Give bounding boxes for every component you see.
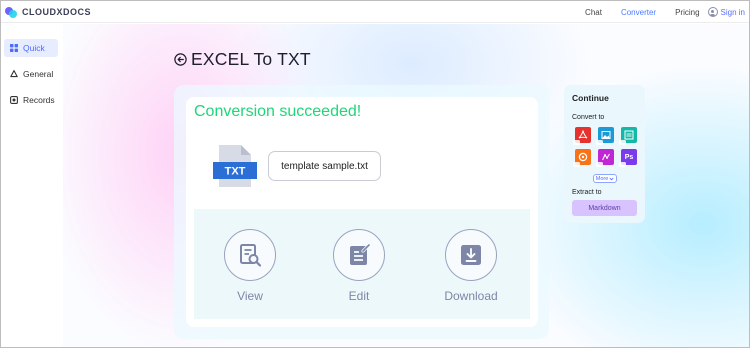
convert-to-office-button[interactable] [573,149,591,167]
vector-icon [602,153,610,161]
page-title: EXCEL To TXT [191,49,311,69]
grid-icon [10,44,18,52]
continue-title: Continue [572,93,609,103]
convert-to-html-button[interactable] [619,127,637,145]
edit-label: Edit [348,289,370,303]
convert-to-image-button[interactable] [596,127,614,145]
sidebar-item-label: Records [23,95,55,105]
record-icon [10,96,18,104]
download-icon [461,245,481,265]
sign-in-label: Sign in [720,7,745,17]
cloudxdocs-logo-icon [5,6,17,18]
sidebar: Quick General Records [1,24,63,347]
markdown-button[interactable]: Markdown [572,200,637,216]
more-formats-button[interactable]: More [593,174,617,183]
page-title-row: EXCEL To TXT [174,49,311,70]
sidebar-item-label: General [23,69,54,79]
download-button[interactable]: Download [442,229,500,303]
view-button[interactable]: View [220,229,280,303]
markdown-label: Markdown [588,204,621,212]
image-icon [601,131,611,139]
convert-to-pdf-button[interactable] [573,127,591,145]
sidebar-item-records[interactable]: Records [4,91,58,109]
brand-name: CLOUDXDOCS [22,6,92,17]
nav-converter[interactable]: Converter [621,8,656,17]
filename-box: template sample.txt [268,151,381,181]
back-arrow-icon[interactable] [174,53,187,66]
view-label: View [237,289,263,303]
download-label: Download [444,289,498,303]
action-panel: View Edit Download [194,209,530,319]
recycle-icon [10,70,18,78]
extract-to-label: Extract to [572,189,602,196]
convert-to-vector-button[interactable] [596,149,614,167]
nav-chat[interactable]: Chat [585,8,602,17]
sidebar-item-general[interactable]: General [4,65,58,83]
sign-in-button[interactable]: Sign in [707,7,745,17]
photoshop-icon: Ps [624,153,634,161]
txt-file-icon: TXT [213,143,257,194]
edit-document-icon [350,243,371,265]
top-nav: Chat Converter Pricing Sign in [585,1,749,23]
office-icon [578,152,588,162]
top-header: CLOUDXDOCS Chat Converter Pricing Sign i… [1,1,749,23]
view-document-icon [240,244,262,267]
more-label: More [595,175,609,182]
edit-button[interactable]: Edit [329,229,389,303]
html-icon [624,130,634,140]
sidebar-item-quick[interactable]: Quick [4,39,58,57]
user-icon [707,7,718,17]
filename: template sample.txt [281,160,368,172]
pdf-icon [578,130,588,139]
nav-pricing[interactable]: Pricing [675,8,699,17]
chevron-down-icon [609,177,614,180]
brand-logo[interactable]: CLOUDXDOCS [5,6,91,18]
convert-to-photoshop-button[interactable]: Ps [619,149,637,167]
convert-to-label: Convert to [572,114,605,121]
file-type-label: TXT [225,166,246,178]
conversion-status: Conversion succeeded! [194,103,362,120]
sidebar-item-label: Quick [23,43,45,53]
